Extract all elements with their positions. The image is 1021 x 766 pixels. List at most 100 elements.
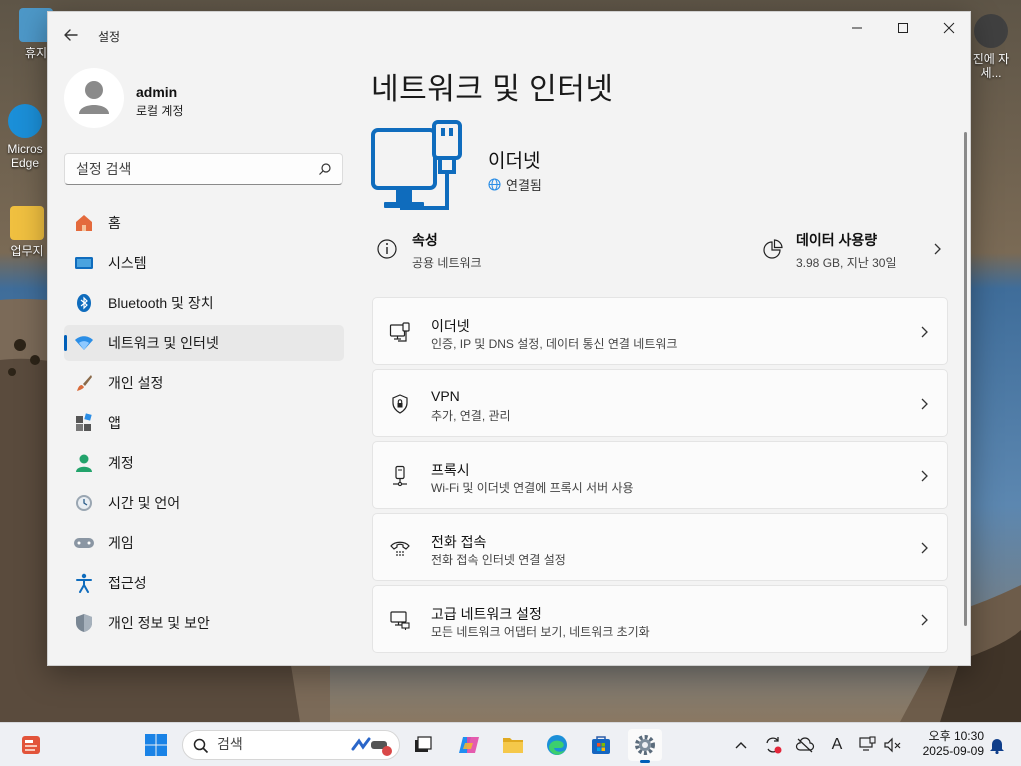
sidebar-item-home[interactable]: 홈 (64, 205, 344, 241)
back-button[interactable] (60, 24, 82, 46)
chevron-right-icon (921, 614, 928, 626)
copilot-button[interactable] (452, 729, 486, 761)
scrollbar[interactable] (964, 132, 967, 626)
desktop-icon-edge[interactable]: Micros Edge (0, 104, 50, 170)
gear-icon (635, 735, 655, 755)
gamepad-icon (74, 538, 94, 548)
edge-icon (8, 104, 42, 138)
sidebar-item-label: 시간 및 언어 (108, 495, 181, 511)
ethernet-hero-icon (371, 120, 462, 210)
card-title: 이더넷 (431, 318, 470, 334)
properties-link[interactable]: 속성 공용 네트워크 (376, 230, 482, 270)
windows-logo-icon (145, 734, 167, 756)
taskbar-search-input[interactable] (217, 736, 337, 752)
bell-icon (990, 739, 1004, 754)
folder-icon (503, 738, 523, 753)
card-subtitle: 추가, 연결, 관리 (431, 409, 511, 423)
card-vpn[interactable]: VPN 추가, 연결, 관리 (372, 369, 948, 437)
sidebar-item-time-language[interactable]: 시간 및 언어 (64, 485, 344, 521)
wifi-icon (75, 336, 93, 350)
shield-icon (76, 614, 92, 632)
card-advanced-network[interactable]: 고급 네트워크 설정 모든 네트워크 어댑터 보기, 네트워크 초기화 (372, 585, 948, 653)
chevron-right-icon (921, 470, 928, 482)
card-title: 전화 접속 (431, 534, 487, 550)
card-proxy[interactable]: 프록시 Wi-Fi 및 이더넷 연결에 프록시 서버 사용 (372, 441, 948, 509)
system-icon (75, 257, 93, 269)
start-button[interactable] (139, 729, 173, 761)
sidebar-item-label: 홈 (108, 215, 121, 231)
hero-connection-status: 연결됨 (488, 175, 542, 194)
edge-icon (547, 735, 567, 755)
sidebar-item-network[interactable]: 네트워크 및 인터넷 (64, 325, 344, 361)
widgets-icon (22, 736, 40, 754)
sidebar-nav: 홈 시스템 Bluetooth 및 장치 네트워크 및 인터넷 개인 설정 앱 (64, 205, 344, 645)
minimize-icon (852, 27, 862, 29)
maximize-button[interactable] (880, 12, 926, 44)
data-usage-link[interactable]: 데이터 사용량 3.98 GB, 지난 30일 (762, 230, 942, 270)
volume-muted-icon (884, 737, 901, 753)
sidebar-item-system[interactable]: 시스템 (64, 245, 344, 281)
sidebar-item-gaming[interactable]: 게임 (64, 525, 344, 561)
ime-indicator[interactable]: A (824, 731, 850, 759)
chevron-right-icon (921, 542, 928, 554)
profile-card[interactable]: admin 로컬 계정 (64, 68, 354, 132)
accessibility-icon (76, 573, 92, 593)
sidebar-item-bluetooth[interactable]: Bluetooth 및 장치 (64, 285, 344, 321)
info-icon (377, 239, 397, 259)
task-view-icon (415, 736, 432, 752)
notifications-button[interactable] (984, 731, 1010, 759)
card-subtitle: 인증, IP 및 DNS 설정, 데이터 통신 연결 네트워크 (431, 337, 678, 351)
tray-volume-button[interactable] (880, 731, 906, 759)
cloud-off-icon (795, 737, 815, 753)
home-icon (76, 215, 92, 231)
chevron-right-icon (921, 326, 928, 338)
data-usage-subtitle: 3.98 GB, 지난 30일 (796, 256, 897, 270)
search-icon (193, 738, 209, 754)
sync-icon (766, 737, 782, 754)
taskbar-search[interactable] (182, 730, 400, 760)
dialup-icon (390, 541, 410, 556)
desktop-icon-label: 진에 자세... (972, 52, 1010, 80)
globe-icon (488, 178, 501, 191)
network-settings-list: 이더넷 인증, IP 및 DNS 설정, 데이터 통신 연결 네트워크 VPN … (372, 297, 948, 657)
taskbar-clock[interactable]: 오후 10:30 2025-09-09 (912, 729, 984, 759)
card-subtitle: Wi-Fi 및 이더넷 연결에 프록시 서버 사용 (431, 481, 634, 495)
sidebar-item-personalization[interactable]: 개인 설정 (64, 365, 344, 401)
sidebar-item-privacy[interactable]: 개인 정보 및 보안 (64, 605, 344, 641)
desktop-icon-photo[interactable]: 진에 자세... (966, 14, 1016, 80)
search-highlight-icon (351, 737, 392, 756)
sidebar-item-accounts[interactable]: 계정 (64, 445, 344, 481)
settings-search-box[interactable] (64, 153, 343, 185)
settings-taskbar-button[interactable] (628, 729, 662, 763)
card-ethernet[interactable]: 이더넷 인증, IP 및 DNS 설정, 데이터 통신 연결 네트워크 (372, 297, 948, 365)
properties-subtitle: 공용 네트워크 (412, 256, 482, 270)
show-hidden-icons-button[interactable] (728, 731, 754, 759)
sidebar-item-accessibility[interactable]: 접근성 (64, 565, 344, 601)
search-input[interactable] (65, 154, 305, 184)
sidebar-item-apps[interactable]: 앱 (64, 405, 344, 441)
taskbar: A 오후 10:30 2025-09-09 (0, 722, 1021, 766)
profile-account-type: 로컬 계정 (136, 104, 184, 118)
desktop-icon-folder[interactable]: 업무지 (4, 206, 50, 258)
brush-icon (77, 375, 92, 391)
edge-button[interactable] (540, 729, 574, 761)
search-icon (319, 163, 331, 175)
close-button[interactable] (926, 12, 970, 44)
file-explorer-button[interactable] (496, 729, 530, 761)
maximize-icon (898, 23, 908, 33)
widgets-button[interactable] (14, 729, 48, 761)
properties-title: 속성 (412, 232, 438, 248)
chevron-up-icon (735, 742, 747, 749)
store-button[interactable] (584, 729, 618, 761)
card-title: VPN (431, 388, 460, 404)
sidebar-item-label: 개인 정보 및 보안 (108, 615, 210, 631)
hero-connection-name: 이더넷 (488, 151, 541, 172)
task-view-button[interactable] (406, 729, 440, 761)
sidebar-item-label: 시스템 (108, 255, 147, 271)
card-title: 고급 네트워크 설정 (431, 606, 542, 622)
card-dialup[interactable]: 전화 접속 전화 접속 인터넷 연결 설정 (372, 513, 948, 581)
minimize-button[interactable] (834, 12, 880, 44)
tray-network-button[interactable] (856, 731, 882, 759)
tray-cloud-button[interactable] (792, 731, 818, 759)
tray-sync-icon-button[interactable] (760, 731, 786, 759)
